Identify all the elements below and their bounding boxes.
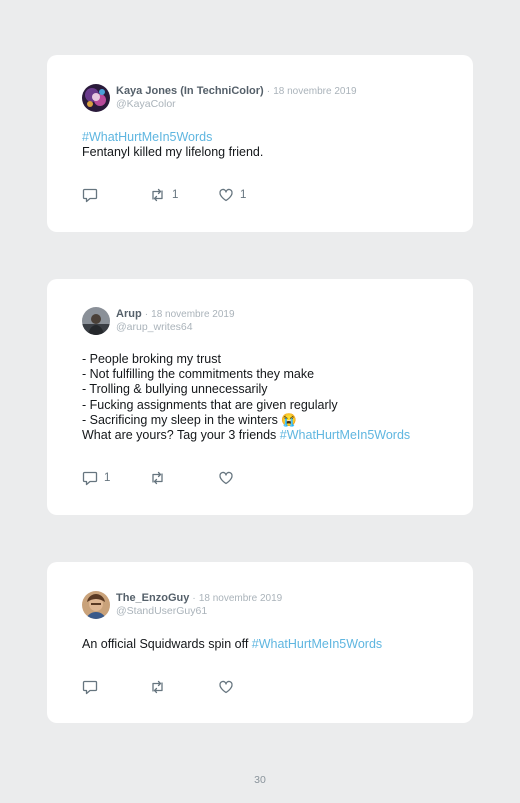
- author-handle[interactable]: @StandUserGuy61: [116, 605, 207, 617]
- retweet-button[interactable]: [149, 679, 172, 695]
- like-count: 1: [240, 189, 247, 201]
- tweet-line: - Trolling & bullying unnecessarily: [82, 382, 410, 397]
- tweet-text: An official Squidwards spin off #WhatHur…: [82, 637, 382, 652]
- heart-icon: [218, 679, 234, 695]
- retweet-button[interactable]: 1: [149, 187, 178, 203]
- reply-icon: [82, 470, 98, 486]
- line-text: - People broking my trust: [82, 352, 221, 366]
- hashtag-link[interactable]: #WhatHurtMeIn5Words: [280, 428, 410, 442]
- tweet-line: - Sacrificing my sleep in the winters 😭: [82, 413, 410, 428]
- tweet-line: An official Squidwards spin off #WhatHur…: [82, 637, 382, 652]
- like-button[interactable]: 1: [218, 187, 246, 203]
- reply-button[interactable]: 1: [82, 470, 110, 486]
- heart-icon: [218, 470, 234, 486]
- retweet-icon: [149, 679, 166, 695]
- like-button[interactable]: [218, 470, 240, 486]
- retweet-icon: [149, 187, 166, 203]
- tweet-line: - Not fulfilling the commitments they ma…: [82, 367, 410, 382]
- hashtag-link[interactable]: #WhatHurtMeIn5Words: [252, 637, 382, 651]
- line-text: - Fucking assignments that are given reg…: [82, 397, 338, 412]
- tweet-date[interactable]: 18 novembre 2019: [273, 86, 356, 97]
- heart-icon: [218, 187, 234, 203]
- line-text: Fentanyl killed my lifelong friend.: [82, 145, 264, 160]
- tweet-line: Fentanyl killed my lifelong friend.: [82, 145, 263, 160]
- avatar[interactable]: [82, 591, 110, 619]
- line-text: An official Squidwards spin off: [82, 637, 252, 651]
- tweet-text: #WhatHurtMeIn5Words Fentanyl killed my l…: [82, 130, 263, 160]
- tweet-line: What are yours? Tag your 3 friends #What…: [82, 428, 410, 443]
- tweet-card: The_EnzoGuy · 18 novembre 2019 @StandUse…: [47, 562, 473, 723]
- avatar[interactable]: [82, 307, 110, 335]
- tweet-card: Arup · 18 novembre 2019 @arup_writes64 -…: [47, 279, 473, 515]
- tweet-line: - People broking my trust: [82, 352, 410, 367]
- separator: ·: [144, 309, 149, 320]
- author-name[interactable]: The_EnzoGuy: [116, 592, 189, 604]
- reply-button[interactable]: [82, 679, 104, 695]
- tweet-line: #WhatHurtMeIn5Words: [82, 130, 263, 145]
- like-button[interactable]: [218, 679, 240, 695]
- author-handle[interactable]: @arup_writes64: [116, 321, 193, 333]
- hashtag-link[interactable]: #WhatHurtMeIn5Words: [82, 130, 212, 144]
- avatar[interactable]: [82, 84, 110, 112]
- separator: ·: [192, 593, 196, 604]
- tweet-line: - Fucking assignments that are given reg…: [82, 398, 410, 413]
- tweet-card: Kaya Jones (In TechniColor) · 18 novembr…: [47, 55, 473, 232]
- line-text: - Trolling & bullying unnecessarily: [82, 382, 268, 397]
- line-text: - Not fulfilling the commitments they ma…: [82, 367, 315, 382]
- tweet-header: Kaya Jones (In TechniColor) · 18 novembr…: [116, 85, 357, 98]
- tweet-date[interactable]: 18 novembre 2019: [199, 593, 282, 604]
- tweet-header: Arup · 18 novembre 2019: [116, 308, 235, 321]
- tweet-text: - People broking my trust - Not fulfilli…: [82, 352, 410, 443]
- page-number: 30: [254, 774, 266, 786]
- retweet-button[interactable]: [149, 470, 172, 486]
- line-text: What are yours? Tag your 3 friends: [82, 428, 280, 443]
- reply-icon: [82, 679, 98, 695]
- reply-icon: [82, 187, 98, 203]
- reply-button[interactable]: [82, 187, 104, 203]
- reply-count: 1: [104, 472, 111, 484]
- retweet-count: 1: [172, 189, 179, 201]
- author-name[interactable]: Kaya Jones (In TechniColor): [116, 85, 264, 97]
- tweet-date[interactable]: 18 novembre 2019: [151, 309, 234, 320]
- author-name[interactable]: Arup: [116, 308, 142, 320]
- author-handle[interactable]: @KayaColor: [116, 98, 176, 110]
- retweet-icon: [149, 470, 166, 486]
- line-text: - Sacrificing my sleep in the winters 😭: [82, 412, 297, 427]
- tweet-header: The_EnzoGuy · 18 novembre 2019: [116, 592, 282, 605]
- separator: ·: [266, 86, 271, 97]
